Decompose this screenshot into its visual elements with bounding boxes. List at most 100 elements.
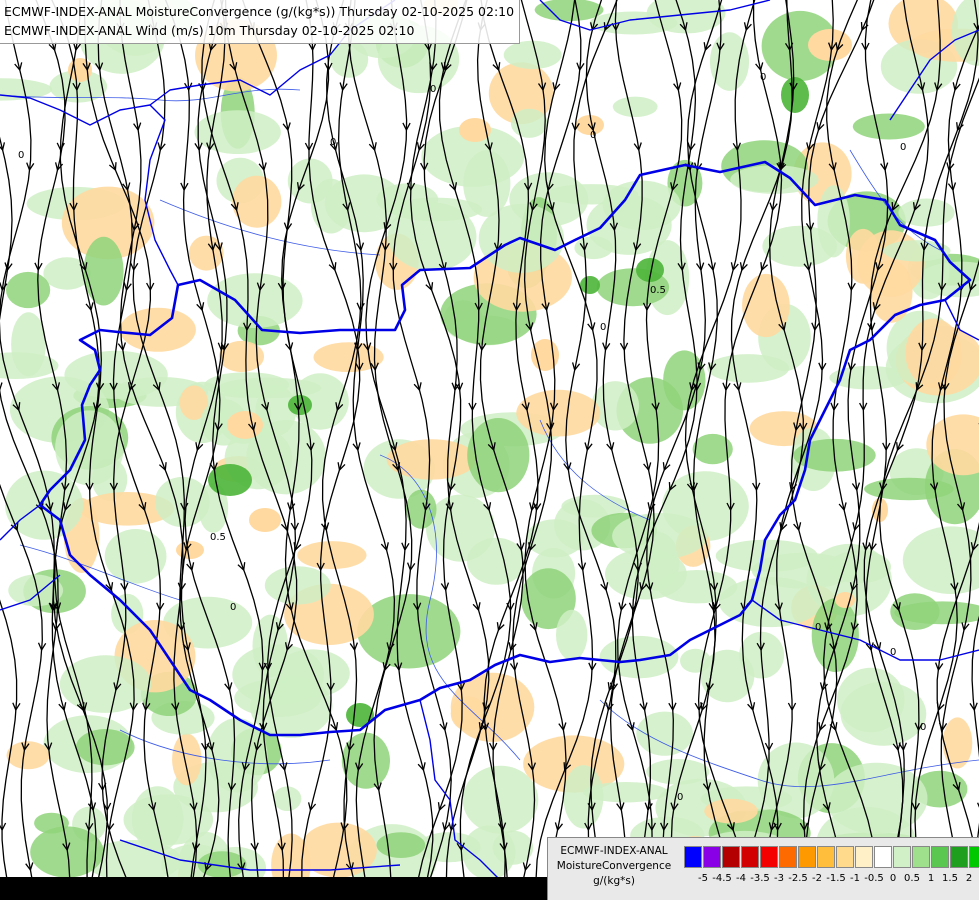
field-patch [657,570,738,604]
field-negative [835,592,855,608]
field-core [781,77,809,113]
legend-swatch [722,846,740,868]
field-patch [599,635,679,679]
field-patch [6,271,51,309]
field-negative [531,339,559,371]
legend-swatch [893,846,911,868]
contour-label: 0 [430,84,436,95]
legend-tick-label: -0.5 [864,873,884,884]
legend-tick-label: -2.5 [788,873,808,884]
contour-label: 0 [900,142,906,153]
contour-label: 0 [18,150,24,161]
field-negative [227,411,263,439]
legend-tick-label: 0 [889,873,897,884]
field-patch [172,733,202,786]
legend-swatch [798,846,816,868]
color-legend: ECMWF-INDEX-ANAL MoistureConvergence g/(… [547,837,979,900]
field-patch [840,681,927,746]
field-patch [612,96,658,118]
map-canvas: 0 0 0 0 0 0 0 0 0 0 0 0.5 0.5 0 [0,0,979,900]
legend-swatch [912,846,930,868]
legend-unit: g/(kg*s) [593,875,635,887]
legend-tick-label: 1 [927,873,935,884]
field-patch [76,729,135,766]
field-patch [646,759,710,785]
legend-tick-label: -1 [850,873,860,884]
field-patch [890,593,940,630]
contour-label: 0 [600,322,606,333]
field-patch [707,354,790,383]
legend-tick-label: 0.5 [904,873,920,884]
legend-swatch [950,846,968,868]
contour-label: 0 [890,647,896,658]
legend-tick-label: -3 [774,873,784,884]
field-patch [386,439,477,480]
field-patch [467,418,530,493]
title-wind: ECMWF-INDEX-ANAL Wind (m/s) 10m Thursday… [4,23,415,38]
legend-source: ECMWF-INDEX-ANAL [560,845,668,857]
legend-swatch [969,846,979,868]
contour-label: 0 [330,137,336,148]
streamline-arrow [0,382,3,391]
legend-swatch [836,846,854,868]
legend-swatch [741,846,759,868]
legend-swatch [874,846,892,868]
legend-label: ECMWF-INDEX-ANAL MoistureConvergence g/(… [552,844,676,889]
legend-tick-label: -2 [812,873,822,884]
field-patch [503,40,562,70]
field-patch [11,312,46,377]
legend-tick-label: -3.5 [750,873,770,884]
field-patch [357,594,461,669]
map-bottom-strip [0,877,547,900]
field-patch [828,550,891,584]
contour-label: 0 [230,602,236,613]
legend-swatch [855,846,873,868]
legend-tick-label: -4.5 [712,873,732,884]
legend-swatch [779,846,797,868]
field-patch [275,649,350,698]
field-patch [376,832,426,858]
legend-swatch [817,846,835,868]
legend-swatch [760,846,778,868]
field-patch [83,236,124,306]
field-patch [556,609,588,661]
field-patch [534,0,604,22]
legend-tick-label: 1.5 [942,873,958,884]
field-patch [217,377,322,399]
contour-label: 0 [590,130,596,141]
contour-label: 0 [815,622,821,633]
field-patch [131,786,184,852]
weather-map: 0 0 0 0 0 0 0 0 0 0 0 0.5 0.5 0 ECMWF-INDEX-ANAL Mois… [0,0,979,900]
legend-swatch [684,846,702,868]
legend-ticks: -5 -4.5 -4 -3.5 -3 -2.5 -2 -1.5 -1 -0.5 0 0.5 1 1.5 2 [684,873,979,889]
contour-label: 0.5 [650,285,666,296]
field-patch [510,108,548,138]
field-patch [273,786,302,811]
field-patch [466,537,526,585]
field-patch [516,389,601,437]
legend-swatch [931,846,949,868]
contour-label: 0 [920,722,926,733]
legend-tick-label: -4 [736,873,746,884]
map-title-box: ECMWF-INDEX-ANAL MoistureConvergence (g/… [0,0,521,44]
contour-label: 0 [677,792,683,803]
field-negative [249,508,281,532]
field-patch [341,732,390,789]
contour-label: 0 [760,72,766,83]
title-moisture-convergence: ECMWF-INDEX-ANAL MoistureConvergence (g/… [4,4,515,19]
field-patch [883,240,951,262]
field-patch [852,113,925,140]
legend-tick-label: -1.5 [826,873,846,884]
moisture-convergence-fields [0,0,979,900]
field-core [580,276,600,294]
legend-variable: MoistureConvergence [556,860,672,872]
contour-label: 0.5 [210,532,226,543]
legend-swatches [684,846,979,868]
field-patch [905,318,962,388]
legend-tick-label: 2 [965,873,973,884]
field-patch [942,717,973,769]
streamline-arrow [0,822,7,832]
legend-tick-label: -5 [698,873,708,884]
field-core [288,395,312,415]
field-negative [176,541,204,559]
